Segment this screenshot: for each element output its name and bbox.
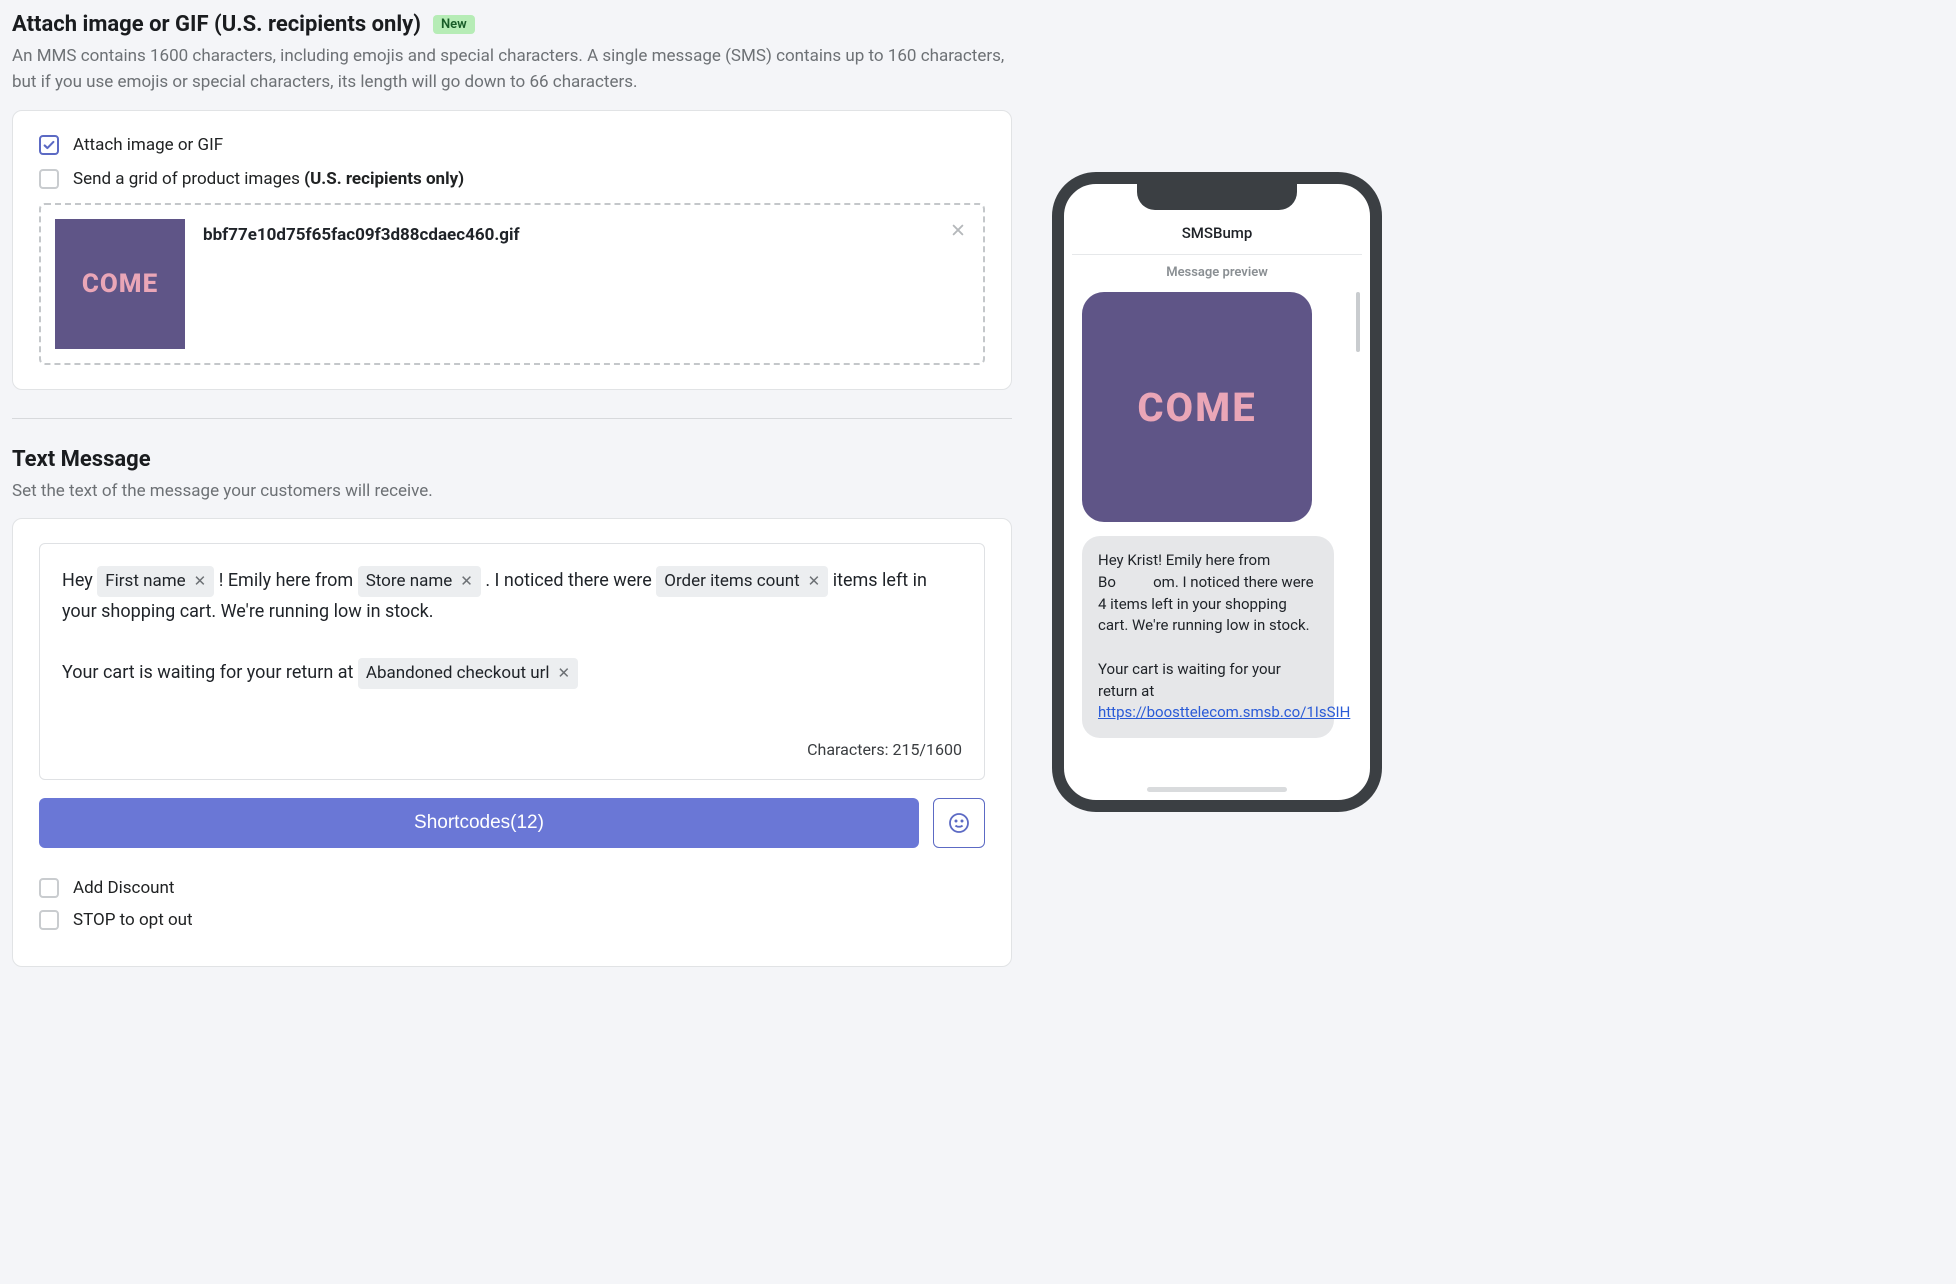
attach-image-checkbox[interactable] <box>39 135 59 155</box>
add-discount-checkbox[interactable] <box>39 878 59 898</box>
scrollbar[interactable] <box>1356 292 1360 352</box>
close-icon[interactable]: ✕ <box>194 569 207 595</box>
attach-image-label: Attach image or GIF <box>73 135 223 155</box>
emoji-button[interactable] <box>933 798 985 848</box>
editor-text: Hey <box>62 570 97 591</box>
character-count: Characters: 215/1600 <box>62 736 962 763</box>
phone-header: SMSBump <box>1072 218 1362 255</box>
upload-thumbnail: COME <box>55 219 185 349</box>
bubble-text: Hey Krist! Emily here from Bo om. I noti… <box>1098 551 1314 634</box>
editor-text: ! Emily here from <box>219 570 358 591</box>
text-section-desc: Set the text of the message your custome… <box>12 478 1012 504</box>
check-icon <box>42 138 56 152</box>
smile-icon <box>947 811 971 835</box>
pill-abandoned-checkout-url[interactable]: Abandoned checkout url✕ <box>358 658 578 689</box>
text-section-header: Text Message Set the text of the message… <box>12 447 1012 504</box>
upload-dropzone[interactable]: COME bbf77e10d75f65fac09f3d88cdaec460.gi… <box>39 203 985 365</box>
home-indicator <box>1147 787 1287 792</box>
pill-first-name[interactable]: First name✕ <box>97 566 214 597</box>
shortcodes-button[interactable]: Shortcodes(12) <box>39 798 919 848</box>
attach-section-title: Attach image or GIF (U.S. recipients onl… <box>12 12 421 37</box>
editor-text: . I noticed there were <box>485 570 656 591</box>
pill-order-items-count[interactable]: Order items count✕ <box>656 566 828 597</box>
text-card: Hey First name✕ ! Emily here from Store … <box>12 518 1012 967</box>
send-grid-label-bold: (U.S. recipients only) <box>304 169 464 189</box>
new-badge: New <box>433 15 475 34</box>
message-editor[interactable]: Hey First name✕ ! Emily here from Store … <box>39 543 985 780</box>
attach-card: Attach image or GIF Send a grid of produ… <box>12 110 1012 390</box>
phone-scroll[interactable]: COME Hey Krist! Emily here from Bo om. I… <box>1072 292 1362 800</box>
close-icon[interactable]: ✕ <box>808 569 821 595</box>
phone-notch <box>1137 184 1297 210</box>
text-section-title: Text Message <box>12 447 1012 472</box>
section-divider <box>12 418 1012 419</box>
stop-optout-checkbox[interactable] <box>39 910 59 930</box>
message-bubble: Hey Krist! Emily here from Bo om. I noti… <box>1082 536 1334 738</box>
remove-upload-button[interactable] <box>947 219 969 241</box>
send-grid-label: Send a grid of product images (U.S. reci… <box>73 169 464 189</box>
add-discount-label: Add Discount <box>73 878 174 898</box>
send-grid-checkbox[interactable] <box>39 169 59 189</box>
editor-text: Your cart is waiting for your return at <box>62 662 358 683</box>
pill-store-name[interactable]: Store name✕ <box>358 566 481 597</box>
close-icon[interactable]: ✕ <box>558 661 571 687</box>
upload-filename: bbf77e10d75f65fac09f3d88cdaec460.gif <box>203 225 520 245</box>
phone-preview: SMSBump Message preview COME Hey Krist! … <box>1052 172 1382 812</box>
attach-section-desc: An MMS contains 1600 characters, includi… <box>12 43 1012 96</box>
bubble-text: Your cart is waiting for your return at <box>1098 660 1281 700</box>
send-grid-label-prefix: Send a grid of product images <box>73 169 304 189</box>
stop-optout-label: STOP to opt out <box>73 910 193 930</box>
close-icon[interactable]: ✕ <box>460 569 473 595</box>
phone-subheader: Message preview <box>1072 255 1362 292</box>
preview-image: COME <box>1082 292 1312 522</box>
attach-section-header: Attach image or GIF (U.S. recipients onl… <box>12 12 1012 96</box>
preview-link[interactable]: https://boosttelecom.smsb.co/1IsSIH <box>1098 703 1350 721</box>
close-icon <box>951 223 965 237</box>
